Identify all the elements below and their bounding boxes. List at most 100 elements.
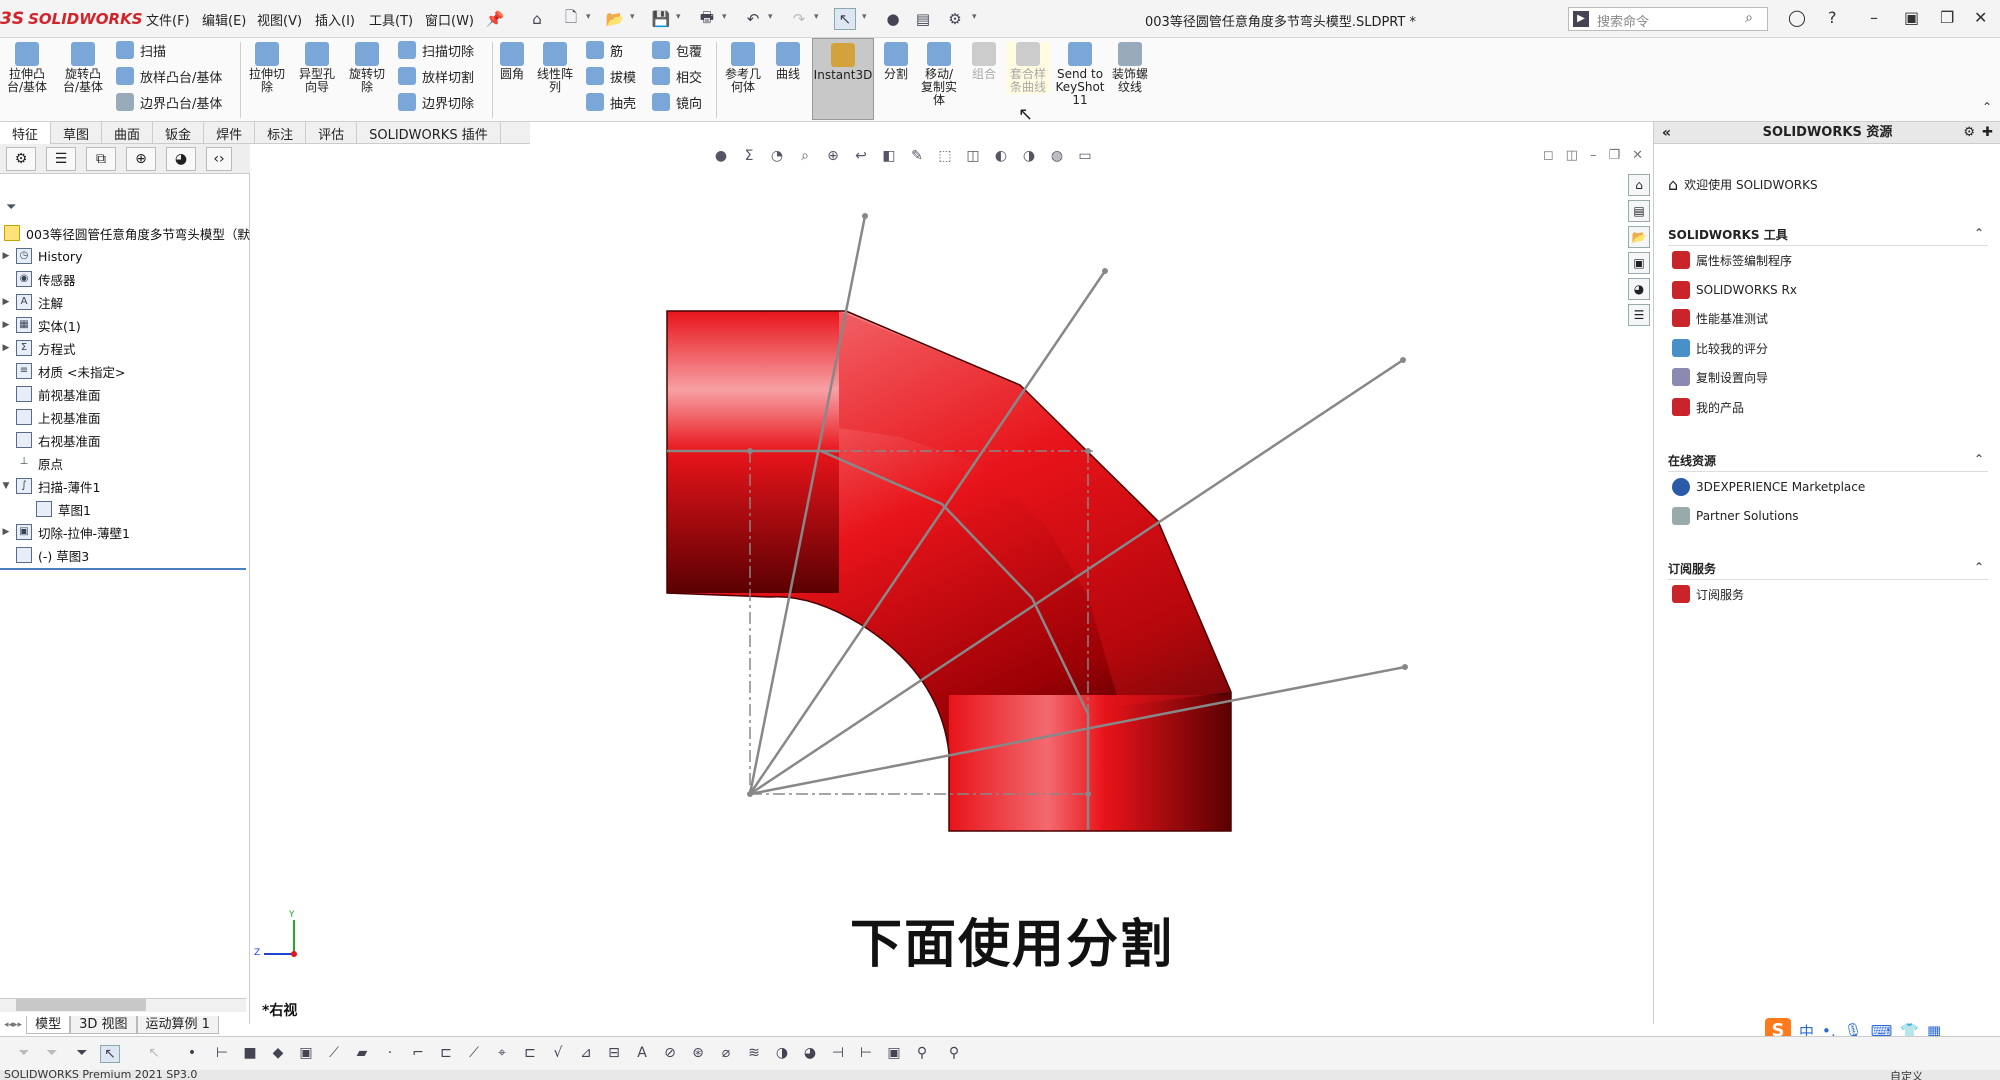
loft-boss-button[interactable]: 放样凸台/基体 [116,66,222,86]
menu-insert[interactable]: 插入(I) [315,10,355,29]
tree-item-sketch1[interactable]: 草图1 [32,498,91,520]
chevron-up-icon[interactable]: ⌃ [1974,226,1984,240]
menu-view[interactable]: 视图(V) [257,10,302,29]
mirror-button[interactable]: 镜向 [652,92,702,112]
draft-button[interactable]: 拔模 [586,66,636,86]
home-icon[interactable]: ⌂ [526,8,548,30]
pin-icon[interactable]: ✚ [1982,122,1993,144]
display-manager-tab-icon[interactable]: ◕ [166,146,196,171]
filter-icon[interactable]: ⏷ [14,1045,34,1063]
chevron-down-icon[interactable]: ▾ [722,12,727,22]
rib-button[interactable]: 筋 [586,40,623,60]
tree-item-material[interactable]: ≡ 材质 <未指定> [0,360,125,382]
tool-item[interactable]: 复制设置向导 [1672,367,1768,387]
select-arrow-icon[interactable]: ↖ [834,8,856,30]
filter-hole-callout-icon[interactable]: ⌀ [716,1045,736,1063]
filter-sketch-icon[interactable]: ⌐ [408,1045,428,1063]
tool-item[interactable]: 我的产品 [1672,397,1744,417]
tree-item-annotations[interactable]: ▶ A 注解 [0,291,63,313]
print-icon[interactable]: 🖶 [696,8,718,30]
filter-block-icon[interactable]: ⊢ [856,1045,876,1063]
filter-icon[interactable]: ⏷ [6,200,16,215]
undo-icon[interactable]: ↶ [742,8,764,30]
tool-item[interactable]: 比较我的评分 [1672,338,1768,358]
menu-file[interactable]: 文件(F) [146,10,190,29]
tree-item-sketch3[interactable]: (-) 草图3 [0,544,89,566]
combine-button[interactable]: 组合 [966,42,1002,81]
options-gear-icon[interactable]: ⚙ [944,8,966,30]
filter-dowel-icon[interactable]: ◑ [772,1045,792,1063]
open-folder-icon[interactable]: 📂 [604,8,626,30]
expand-icon[interactable]: ▶ [0,343,12,353]
filter-center-icon[interactable]: ⌖ [492,1045,512,1063]
expand-icon[interactable]: ▶ [0,320,12,330]
custom-properties-icon[interactable]: ☰ [1628,304,1650,326]
select-arrow-icon[interactable]: ↖ [100,1045,120,1063]
filter-dimension-icon[interactable]: ⊏ [520,1045,540,1063]
subscription-section-header[interactable]: 订阅服务 ⌃ [1668,560,1988,580]
horizontal-scrollbar[interactable] [0,998,246,1012]
filter-vertex-icon[interactable]: • [182,1045,202,1063]
minimize-icon[interactable]: – [1870,8,1878,27]
feature-tree-tab-icon[interactable]: ⚙ [6,146,36,171]
chevron-down-icon[interactable]: ▾ [630,12,635,22]
send-to-keyshot-button[interactable]: Send to KeyShot 11 [1055,42,1105,107]
save-icon[interactable]: 💾 [650,8,672,30]
search-icon[interactable]: ⌕ [1745,10,1753,26]
filter-note-icon[interactable]: A [632,1045,652,1063]
revolve-cut-button[interactable]: 旋转切 除 [346,42,388,94]
help-icon[interactable]: ? [1828,8,1837,27]
split-button[interactable]: 分割 [878,42,914,81]
tab-weldments[interactable]: 焊件 [204,122,256,144]
tools-section-header[interactable]: SOLIDWORKS 工具 ⌃ [1668,226,1988,246]
design-library-icon[interactable]: ▤ [1628,200,1650,222]
tab-sheet-metal[interactable]: 钣金 [153,122,205,144]
expand-icon[interactable]: ▶ [0,527,12,537]
subscription-item[interactable]: 订阅服务 [1672,584,1744,604]
configuration-tab-icon[interactable]: ⧉ [86,146,116,171]
filter-lock-icon[interactable]: ⚲ [944,1045,964,1063]
online-section-header[interactable]: 在线资源 ⌃ [1668,452,1988,472]
cosmetic-thread-button[interactable]: 装饰螺 纹线 [1108,42,1152,94]
select-all-icon[interactable]: ↖ [144,1045,164,1063]
intersect-button[interactable]: 相交 [652,66,702,86]
extrude-boss-button[interactable]: 拉伸凸 台/基体 [6,42,48,94]
new-document-icon[interactable]: 🗋 [560,8,582,30]
collapse-icon[interactable]: ▼ [0,481,12,491]
reference-geometry-button[interactable]: 参考几 何体 [722,42,764,94]
tool-item[interactable]: SOLIDWORKS Rx [1672,280,1797,300]
filter-datum-target-icon[interactable]: ⊛ [688,1045,708,1063]
filter-sketch-segment-icon[interactable]: ⊏ [436,1045,456,1063]
chevron-down-icon[interactable]: ▾ [586,12,591,22]
tree-item-front-plane[interactable]: 前视基准面 [0,383,101,405]
graphics-area[interactable]: ● Σ ◔ ⌕ ⊕ ↩ ◧ ✎ ⬚ ◫ ◐ ◑ ◍ ▭ ◻ ◫ – ❐ ✕ Y … [250,144,1653,1024]
filter-plane-icon[interactable]: ▰ [352,1045,372,1063]
filter-mate-icon[interactable]: ▣ [884,1045,904,1063]
chevron-up-icon[interactable]: ⌃ [1974,560,1984,574]
file-properties-icon[interactable]: ▤ [912,8,934,30]
move-copy-body-button[interactable]: 移动/ 复制实 体 [918,42,960,107]
loft-cut-button[interactable]: 放样切割 [398,66,474,86]
filter-surface-finish-icon[interactable]: √ [548,1045,568,1063]
shell-button[interactable]: 抽壳 [586,92,636,112]
home-icon[interactable]: ⌂ [1628,174,1650,196]
expand-icon[interactable]: ▶ [0,297,12,307]
filter-pin-icon[interactable]: ⚲ [912,1045,932,1063]
tab-3d-views[interactable]: 3D 视图 [70,1016,137,1034]
curves-button[interactable]: 曲线 [770,42,806,81]
tree-item-top-plane[interactable]: 上视基准面 [0,406,101,428]
filter-routing-icon[interactable]: ◕ [800,1045,820,1063]
tab-addins[interactable]: SOLIDWORKS 插件 [357,122,501,144]
tree-item-origin[interactable]: ⊥ 原点 [0,452,63,474]
appearances-icon[interactable]: ◕ [1628,278,1650,300]
user-account-icon[interactable]: ◯ [1788,8,1806,27]
revolve-boss-button[interactable]: 旋转凸 台/基体 [62,42,104,94]
file-explorer-icon[interactable]: 📂 [1628,226,1650,248]
hole-wizard-button[interactable]: 异型孔 向导 [296,42,338,94]
filter-cosmetic-thread-icon[interactable]: ≋ [744,1045,764,1063]
search-input[interactable]: ▶ 搜索命令 ⌕ [1568,7,1768,31]
filter-clear-icon[interactable]: ⏷ [72,1045,92,1063]
filter-connection-icon[interactable]: ⊣ [828,1045,848,1063]
filter-datum-feature-icon[interactable]: ⊟ [604,1045,624,1063]
tree-item-thin-sweep[interactable]: ▼ ∫ 扫描-薄件1 [0,475,100,497]
